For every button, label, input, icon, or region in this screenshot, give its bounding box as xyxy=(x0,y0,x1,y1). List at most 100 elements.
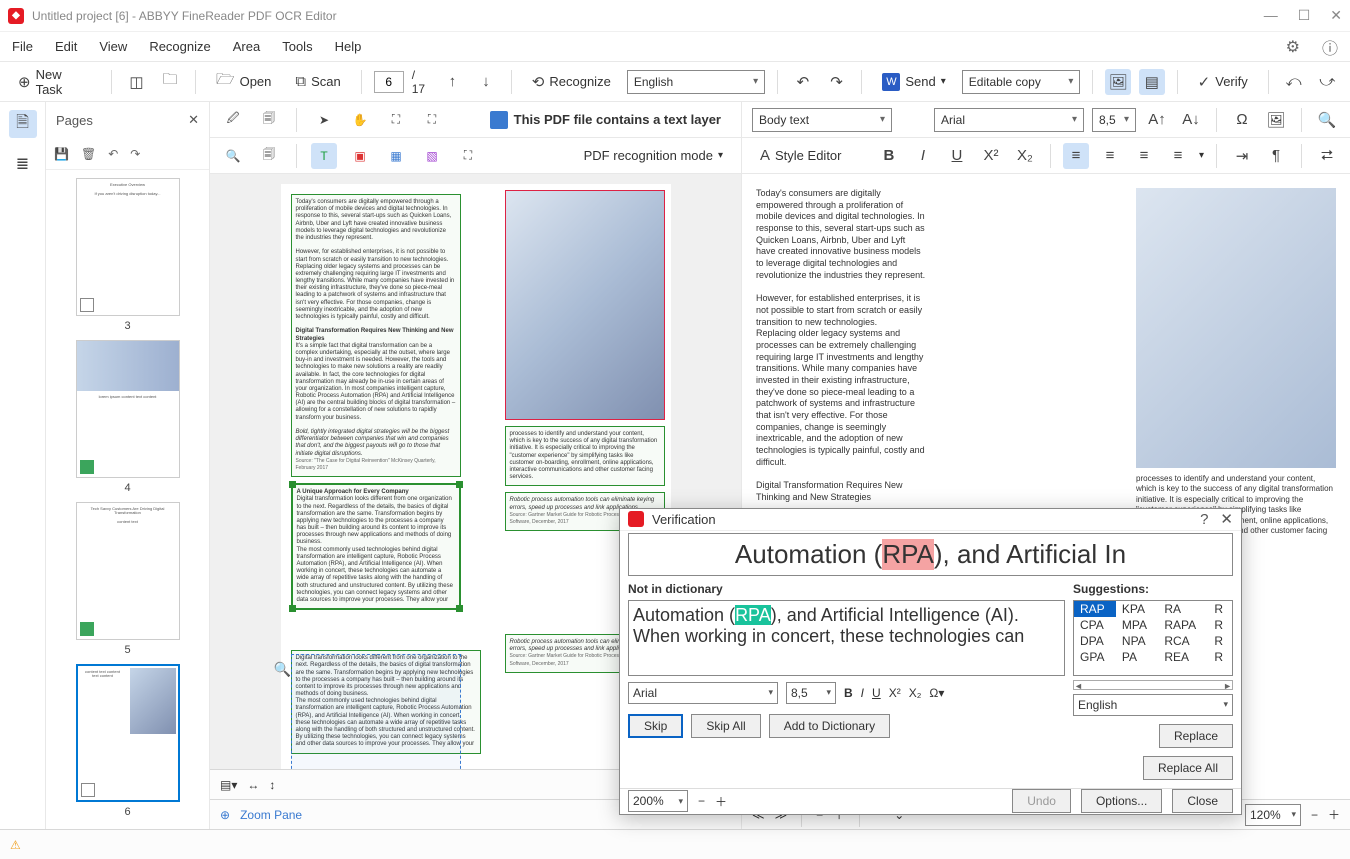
page-down-icon[interactable]: ↓ xyxy=(473,69,499,95)
undo-button[interactable]: Undo xyxy=(1012,789,1071,813)
language-combo[interactable]: English▾ xyxy=(627,70,765,94)
tp-zoom-in-icon[interactable]: ＋ xyxy=(1328,806,1340,823)
page-thumb[interactable]: Tech Savvy Customers Are Driving Digital… xyxy=(76,502,180,656)
minimize-button[interactable]: — xyxy=(1264,7,1278,24)
image-view-icon[interactable]: 🖼 xyxy=(1105,69,1131,95)
sug-scroll-right[interactable]: ► xyxy=(1223,681,1232,689)
verification-close-icon[interactable]: ✕ xyxy=(1220,510,1233,528)
font-combo[interactable]: Arial▾ xyxy=(934,108,1084,132)
menu-tools[interactable]: Tools xyxy=(282,39,312,54)
underline-icon[interactable]: U xyxy=(944,143,970,169)
verif-subscript-icon[interactable]: X₂ xyxy=(909,686,922,700)
align-justify-icon[interactable]: ≡ xyxy=(1165,143,1191,169)
menu-edit[interactable]: Edit xyxy=(55,39,77,54)
save-page-icon[interactable]: 💾 xyxy=(54,147,69,161)
menu-recognize[interactable]: Recognize xyxy=(149,39,210,54)
skip-all-button[interactable]: Skip All xyxy=(691,714,760,738)
zoom-magnifier-icon[interactable]: ⊕ xyxy=(220,808,230,822)
menu-help[interactable]: Help xyxy=(335,39,362,54)
add-dictionary-button[interactable]: Add to Dictionary xyxy=(769,714,890,738)
indent-icon[interactable]: ⇥ xyxy=(1229,143,1255,169)
suggestions-list[interactable]: RAPKPARAR CPAMPARAPAR DPANPARCAR GPAPARE… xyxy=(1073,600,1233,676)
replace-all-button[interactable]: Replace All xyxy=(1143,756,1233,780)
align-center-icon[interactable]: ≡ xyxy=(1097,143,1123,169)
menu-file[interactable]: File xyxy=(12,39,33,54)
recognize-button[interactable]: ⟲Recognize xyxy=(524,69,619,95)
delete-page-icon[interactable]: 🗑 xyxy=(81,147,96,161)
verif-italic-icon[interactable]: I xyxy=(861,686,864,700)
pages-tab-icon[interactable]: 🗎 xyxy=(9,110,37,138)
layers-icon[interactable]: ◫ xyxy=(124,69,150,95)
pilcrow-icon[interactable]: ¶ xyxy=(1263,143,1289,169)
close-button[interactable]: ✕ xyxy=(1330,7,1342,24)
help-icon[interactable]: ⓘ xyxy=(1322,35,1338,59)
send-mode-combo[interactable]: Editable copy▾ xyxy=(962,70,1081,94)
menu-area[interactable]: Area xyxy=(233,39,260,54)
rotate-right-icon[interactable]: ↷ xyxy=(130,147,140,161)
recognition-area-icon[interactable]: ⛶ xyxy=(455,143,481,169)
layout-icon[interactable]: ▤▾ xyxy=(220,778,237,792)
size-combo[interactable]: 8,5▾ xyxy=(1092,108,1136,132)
scan-button[interactable]: ⧉Scan xyxy=(287,69,348,94)
align-left-icon[interactable]: ≡ xyxy=(1063,143,1089,169)
align-right-icon[interactable]: ≡ xyxy=(1131,143,1157,169)
verification-text[interactable]: Automation (RPA), and Artificial Intelli… xyxy=(628,600,1065,676)
verif-zoom-in-icon[interactable]: ＋ xyxy=(715,793,727,810)
subscript-icon[interactable]: X₂ xyxy=(1012,143,1038,169)
background-area-icon[interactable]: ▧ xyxy=(419,143,445,169)
image-edit-icon[interactable]: 🖉 xyxy=(220,107,246,133)
selection-marquee[interactable]: 🔍 xyxy=(291,654,461,769)
fit-page-icon[interactable]: ⛶ xyxy=(419,107,445,133)
page-number-input[interactable] xyxy=(374,71,404,93)
close-dialog-button[interactable]: Close xyxy=(1172,789,1233,813)
maximize-button[interactable]: ☐ xyxy=(1298,7,1311,24)
verif-zoom-combo[interactable]: 200%▾ xyxy=(628,790,688,812)
verif-font-combo[interactable]: Arial▾ xyxy=(628,682,778,704)
new-task-button[interactable]: ⊕New Task xyxy=(10,63,99,101)
menu-view[interactable]: View xyxy=(99,39,127,54)
verif-bold-icon[interactable]: B xyxy=(844,686,853,700)
close-pages-panel-icon[interactable]: ✕ xyxy=(188,112,199,128)
page-thumb[interactable]: lorem ipsum content text content 4 xyxy=(76,340,180,494)
list-tab-icon[interactable]: ≣ xyxy=(9,150,37,178)
verify-button[interactable]: ✓Verify xyxy=(1190,69,1256,95)
picture-region[interactable] xyxy=(505,190,665,420)
picture-area-icon[interactable]: ▣ xyxy=(347,143,373,169)
text-view-icon[interactable]: ▤ xyxy=(1139,69,1165,95)
page-thumb[interactable]: content text content text content 6 xyxy=(76,664,180,818)
verif-underline-icon[interactable]: U xyxy=(872,686,881,700)
rotate-left-icon[interactable]: ↶ xyxy=(108,147,118,161)
page-thumb[interactable]: Executive OverviewIf you aren't driving … xyxy=(76,178,180,332)
folder-icon[interactable]: 🗀 xyxy=(157,69,183,95)
search-icon[interactable]: 🔍 xyxy=(1314,107,1340,133)
warning-icon[interactable]: ⚠ xyxy=(10,838,21,852)
vert-arrows-icon[interactable]: ↕ xyxy=(269,778,275,792)
prev-error-icon[interactable]: ⤺ xyxy=(1281,69,1307,95)
omega-icon[interactable]: Ω xyxy=(1229,107,1255,133)
options-button[interactable]: Options... xyxy=(1081,789,1162,813)
text-region-selected[interactable]: A Unique Approach for Every Company Digi… xyxy=(291,483,461,610)
redo-icon[interactable]: ↷ xyxy=(824,69,850,95)
italic-icon[interactable]: I xyxy=(910,143,936,169)
text-area-icon[interactable]: T xyxy=(311,143,337,169)
horiz-arrows-icon[interactable]: ↔ xyxy=(247,778,259,792)
verif-size-combo[interactable]: 8,5▾ xyxy=(786,682,836,704)
verification-help-icon[interactable]: ? xyxy=(1200,511,1208,528)
undo-icon[interactable]: ↶ xyxy=(790,69,816,95)
pointer-icon[interactable]: ➤ xyxy=(311,107,337,133)
style-combo[interactable]: Body text▾ xyxy=(752,108,892,132)
superscript-icon[interactable]: X² xyxy=(978,143,1004,169)
table-area-icon[interactable]: ▦ xyxy=(383,143,409,169)
hand-icon[interactable]: ✋ xyxy=(347,107,373,133)
recognition-mode-combo[interactable]: PDF recognition mode▾ xyxy=(576,144,731,167)
picture-insert-icon[interactable]: 🖼 xyxy=(1263,107,1289,133)
rtl-icon[interactable]: ⮂ xyxy=(1314,143,1340,169)
text-region[interactable]: processes to identify and understand you… xyxy=(505,426,665,486)
page-image[interactable]: Today's consumers are digitally empowere… xyxy=(281,184,671,769)
next-error-icon[interactable]: ⤻ xyxy=(1314,69,1340,95)
bold-icon[interactable]: B xyxy=(876,143,902,169)
tp-zoom-combo[interactable]: 120%▾ xyxy=(1245,804,1301,826)
tp-zoom-out-icon[interactable]: − xyxy=(1311,808,1318,822)
send-button[interactable]: WSend▾ xyxy=(874,69,953,95)
page-copy-icon[interactable]: 🗐 xyxy=(256,107,282,133)
